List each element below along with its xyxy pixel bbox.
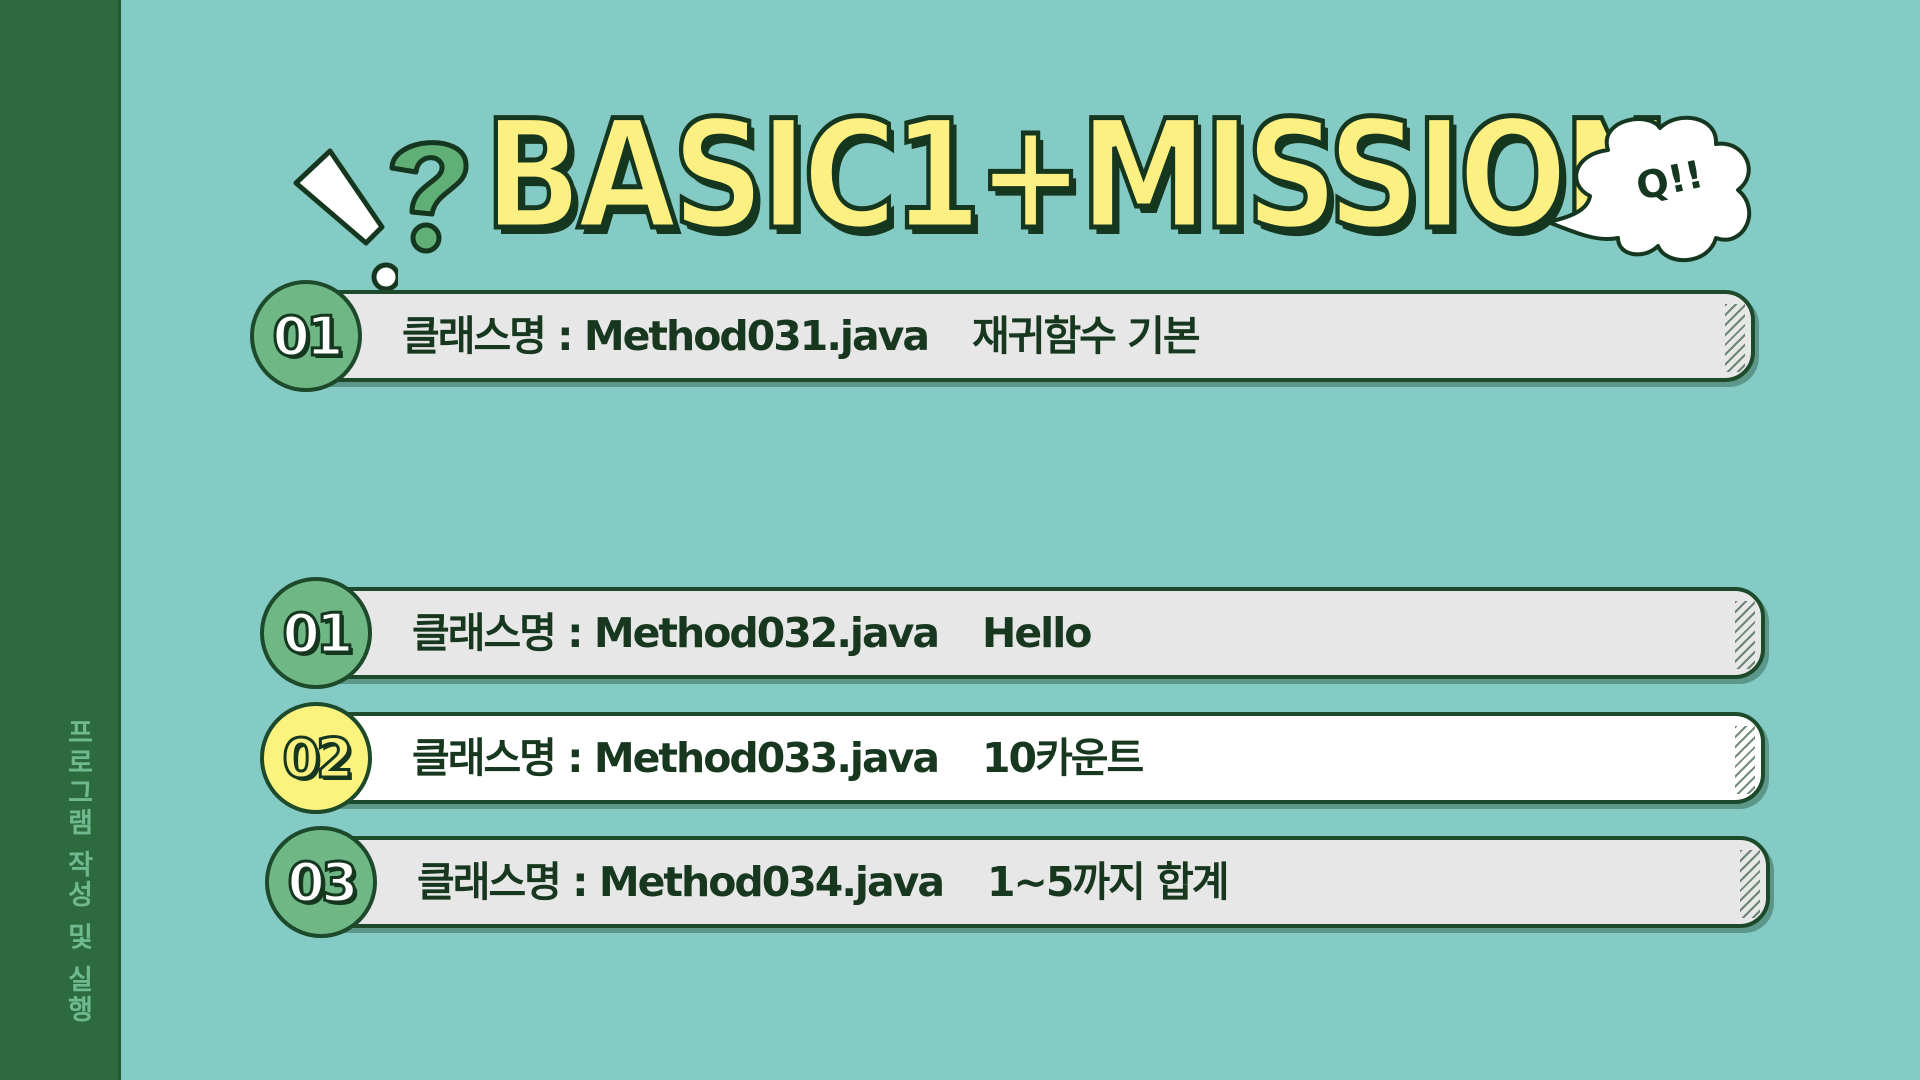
mission-number: 01 bbox=[271, 303, 345, 369]
sidebar-label: 프로그램 작성 및 실행 bbox=[62, 718, 93, 1026]
mission-number-badge: 02 bbox=[260, 702, 372, 814]
mission-row[interactable]: 01 클래스명 : Method031.java 재귀함수 기본 bbox=[250, 280, 1755, 392]
mission-number: 03 bbox=[286, 849, 360, 915]
mission-text: 클래스명 : Method032.java Hello bbox=[412, 587, 1092, 679]
class-name-label: 클래스명 : Method034.java bbox=[417, 858, 945, 906]
class-name-label: 클래스명 : Method031.java bbox=[402, 312, 930, 360]
mission-text: 클래스명 : Method031.java 재귀함수 기본 bbox=[402, 290, 1201, 382]
mission-number-badge: 03 bbox=[265, 826, 377, 938]
mission-number-badge: 01 bbox=[250, 280, 362, 392]
sidebar: 프로그램 작성 및 실행 bbox=[0, 0, 121, 1080]
mission-row[interactable]: 01 클래스명 : Method032.java Hello bbox=[260, 577, 1765, 689]
question-mark-icon bbox=[389, 140, 469, 254]
speech-bubble-icon: Q!! bbox=[1548, 115, 1752, 262]
title-banner: BASIC1+MISSION Q!! bbox=[278, 89, 1798, 292]
mission-row[interactable]: 03 클래스명 : Method034.java 1~5까지 합계 bbox=[265, 826, 1770, 938]
mission-text: 클래스명 : Method034.java 1~5까지 합계 bbox=[417, 836, 1230, 928]
mission-number: 02 bbox=[281, 725, 355, 791]
mission-number-badge: 01 bbox=[260, 577, 372, 689]
mission-row[interactable]: 02 클래스명 : Method033.java 10카운트 bbox=[260, 702, 1765, 814]
mission-description: 재귀함수 기본 bbox=[972, 312, 1201, 360]
mission-description: 10카운트 bbox=[982, 734, 1144, 782]
class-name-label: 클래스명 : Method033.java bbox=[412, 734, 940, 782]
mission-description: 1~5까지 합계 bbox=[987, 858, 1230, 906]
mission-number: 01 bbox=[281, 600, 355, 666]
mission-description: Hello bbox=[982, 609, 1092, 657]
mission-text: 클래스명 : Method033.java 10카운트 bbox=[412, 712, 1144, 804]
class-name-label: 클래스명 : Method032.java bbox=[412, 609, 940, 657]
title-heading: BASIC1+MISSION bbox=[482, 89, 1673, 263]
